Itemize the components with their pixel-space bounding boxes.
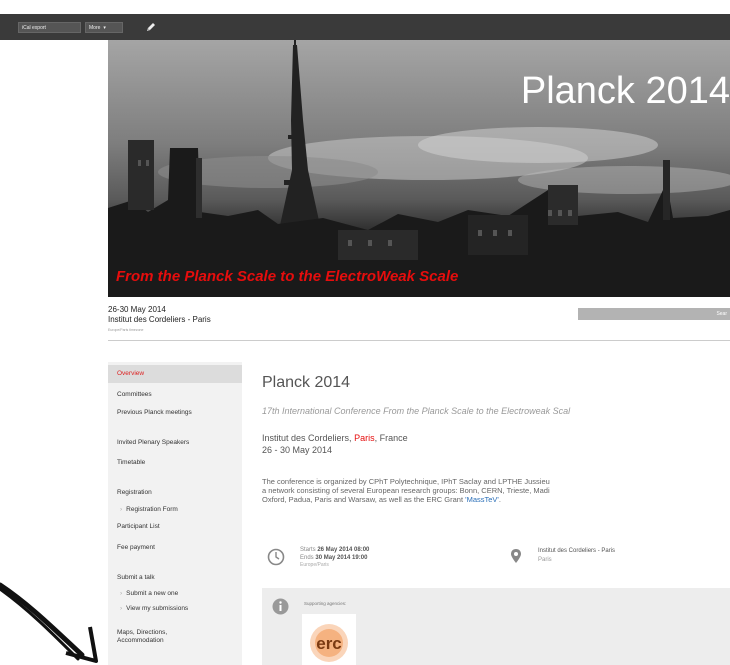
info-icon: [272, 598, 289, 615]
banner-subtitle: From the Planck Scale to the ElectroWeak…: [116, 268, 459, 285]
page-title: Planck 2014: [262, 374, 351, 391]
sidebar-item-fee-payment[interactable]: Fee payment: [108, 539, 242, 557]
sidebar-item-label: Accommodation: [117, 637, 164, 644]
search-box[interactable]: Sear: [578, 308, 730, 320]
sidebar-item-label: Maps, Directions,: [117, 629, 168, 636]
venue-country: , France: [374, 433, 408, 443]
starts-label: Starts: [300, 547, 316, 553]
event-banner: Planck 2014 From the Planck Scale to the…: [108, 40, 730, 297]
description-line: Oxford, Padua, Paris and Warsaw, as well…: [262, 495, 730, 504]
erc-logo[interactable]: erc: [302, 614, 356, 665]
location-city: Paris: [538, 557, 552, 563]
sidebar-item-registration[interactable]: Registration: [108, 484, 242, 502]
description: The conference is organized by CPhT Poly…: [262, 477, 730, 504]
bullet-icon: ›: [120, 605, 123, 612]
sidebar-item-label: View my submissions: [126, 605, 189, 612]
event-venue: Institut des Cordeliers - Paris: [108, 315, 211, 324]
conference-subtitle: 17th International Conference From the P…: [262, 406, 571, 416]
venue-name: Institut des Cordeliers,: [262, 433, 352, 443]
ical-export-button[interactable]: iCal export: [18, 22, 81, 33]
erc-logo-text: erc: [316, 634, 342, 653]
sidebar-item-label: Registration Form: [126, 506, 178, 513]
event-times: Starts 26 May 2014 08:00 Ends 30 May 201…: [300, 547, 369, 570]
sidebar-item-previous-meetings[interactable]: Previous Planck meetings: [108, 404, 242, 422]
sidebar-item-label: Submit a new one: [126, 590, 179, 597]
sidebar-item-overview[interactable]: Overview: [108, 365, 242, 383]
sidebar-item-committees[interactable]: Committees: [108, 386, 242, 404]
venue-city-link[interactable]: Paris: [354, 433, 375, 443]
bullet-icon: ›: [120, 506, 123, 513]
banner-title: Planck 2014: [520, 70, 730, 112]
chevron-down-icon: ▾: [103, 25, 106, 31]
bullet-icon: ›: [120, 590, 123, 597]
event-time-zone: Europe/Paris: [300, 562, 329, 568]
map-pin-icon: [511, 549, 521, 563]
pencil-icon[interactable]: [144, 20, 158, 34]
sidebar-item-registration-form[interactable]: › Registration Form: [108, 501, 242, 519]
description-text: .: [498, 495, 501, 504]
annotation-arrow-icon: [0, 582, 98, 663]
ends-label: Ends: [300, 554, 314, 561]
masstev-link[interactable]: 'MassTeV': [465, 495, 499, 504]
event-header: 26-30 May 2014 Institut des Cordeliers -…: [108, 305, 730, 341]
more-menu-button[interactable]: More ▾: [85, 22, 123, 33]
description-line: a network consisting of several European…: [262, 486, 550, 495]
sidebar-item-timetable[interactable]: Timetable: [108, 454, 242, 472]
main-content: Planck 2014 17th International Conferenc…: [262, 362, 730, 665]
ends-line: Ends 30 May 2014 19:00: [300, 555, 369, 563]
date-range: 26 - 30 May 2014: [262, 445, 333, 455]
starts-line: Starts 26 May 2014 08:00: [300, 547, 369, 555]
sidebar-item-maps[interactable]: Maps, Directions, Accommodation: [108, 627, 242, 651]
top-toolbar: iCal export More ▾: [0, 14, 730, 40]
event-timezone: Europe/Paris timezone: [108, 328, 144, 332]
ends-value: 30 May 2014 19:00: [315, 554, 368, 561]
sidebar-item-participant-list[interactable]: Participant List: [108, 518, 242, 536]
supporting-agencies-label: Supporting agencies:: [304, 601, 347, 606]
clock-icon: [267, 548, 285, 566]
event-dates: 26-30 May 2014: [108, 305, 166, 314]
more-label: More: [89, 25, 101, 31]
event-location: Institut des Cordeliers - Paris Paris: [538, 547, 615, 565]
location-name: Institut des Cordeliers - Paris: [538, 548, 616, 554]
venue-line: Institut des Cordeliers, Paris, France: [262, 433, 408, 443]
supporting-agencies-panel: Supporting agencies: erc: [262, 588, 730, 665]
description-text: Oxford, Padua, Paris and Warsaw, as well…: [262, 495, 466, 504]
search-label: Sear: [716, 311, 727, 317]
description-line: The conference is organized by CPhT Poly…: [262, 477, 550, 486]
sidebar-item-invited-speakers[interactable]: Invited Plenary Speakers: [108, 434, 242, 452]
sidebar-item-view-submissions[interactable]: › View my submissions: [108, 600, 242, 618]
starts-value: 26 May 2014 08:00: [317, 547, 370, 553]
sidebar: Overview Committees Previous Planck meet…: [108, 362, 242, 665]
